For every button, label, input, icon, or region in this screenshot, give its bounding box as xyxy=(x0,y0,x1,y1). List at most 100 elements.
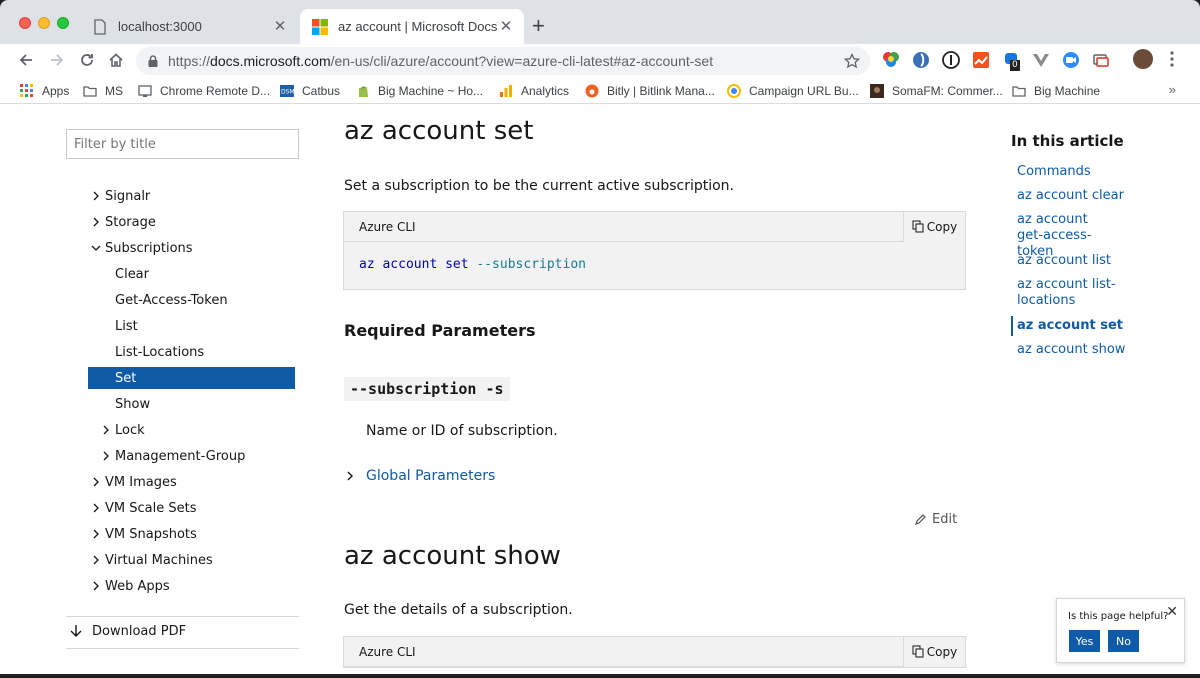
filter-by-title-input[interactable] xyxy=(66,129,299,159)
copy-icon xyxy=(912,645,924,658)
toc-item-web-apps[interactable]: Web Apps xyxy=(91,575,170,597)
bookmark-bitly[interactable]: Bitly | Bitlink Mana... xyxy=(585,81,715,100)
chevron-down-icon xyxy=(91,245,101,251)
download-arrow-icon xyxy=(70,625,82,637)
toc-item-set[interactable]: Set xyxy=(88,367,295,389)
toc-item-label: Management-Group xyxy=(115,448,246,464)
forward-button[interactable] xyxy=(45,48,69,72)
maximize-window-button[interactable] xyxy=(57,17,69,29)
feedback-no-button[interactable]: No xyxy=(1108,630,1139,652)
feedback-popup: Is this page helpful? ✕ Yes No xyxy=(1056,598,1185,663)
chevron-right-icon xyxy=(93,191,99,201)
tab-title: localhost:3000 xyxy=(118,19,202,34)
toc-item-virtual-machines[interactable]: Virtual Machines xyxy=(91,549,213,571)
article-link-az-account-clear[interactable]: az account clear xyxy=(1017,188,1167,204)
chevron-right-icon xyxy=(93,529,99,539)
url-text: https://docs.microsoft.com/en-us/cli/azu… xyxy=(168,53,714,69)
shield-extension-icon[interactable] xyxy=(912,51,930,69)
section-description-set: Set a subscription to be the current act… xyxy=(344,178,734,194)
bookmark-apps[interactable]: Apps xyxy=(20,81,69,100)
1password-extension-icon[interactable] xyxy=(942,51,960,69)
toc-item-list-locations[interactable]: List-Locations xyxy=(115,341,204,363)
toc-item-clear[interactable]: Clear xyxy=(115,263,149,285)
home-button[interactable] xyxy=(104,48,128,72)
download-pdf-link[interactable]: Download PDF xyxy=(68,620,186,642)
microsoft-logo-icon xyxy=(312,18,328,35)
copy-button[interactable]: Copy xyxy=(903,211,965,242)
toc-item-vm-scale-sets[interactable]: VM Scale Sets xyxy=(91,497,196,519)
toc-item-show[interactable]: Show xyxy=(115,393,150,415)
chevron-right-icon xyxy=(93,217,99,227)
code-block-show: Azure CLI Copy xyxy=(343,636,966,668)
toc-item-storage[interactable]: Storage xyxy=(91,211,156,233)
zoom-extension-icon[interactable] xyxy=(1062,51,1080,69)
color-picker-extension-icon[interactable] xyxy=(882,51,900,69)
minimize-window-button[interactable] xyxy=(38,17,50,29)
article-link-az-account-show[interactable]: az account show xyxy=(1017,342,1167,358)
copy-label: Copy xyxy=(926,644,958,659)
toc-item-management-group[interactable]: Management-Group xyxy=(101,445,245,467)
close-icon[interactable]: ✕ xyxy=(1166,603,1178,620)
bookmark-ms[interactable]: MS xyxy=(83,81,123,100)
bookmark-catbus[interactable]: DSM Catbus xyxy=(280,81,340,100)
close-window-button[interactable] xyxy=(19,17,31,29)
analytics-extension-icon[interactable] xyxy=(972,51,990,69)
bitly-icon xyxy=(585,84,599,97)
bookmark-chrome-remote[interactable]: Chrome Remote D... xyxy=(138,81,270,100)
bookmark-label: MS xyxy=(105,83,123,98)
svg-text:DSM: DSM xyxy=(281,88,294,95)
feedback-yes-button[interactable]: Yes xyxy=(1069,630,1100,652)
edit-link[interactable]: Edit xyxy=(914,512,957,527)
toc-item-subscriptions[interactable]: Subscriptions xyxy=(91,237,193,259)
browser-titlebar: localhost:3000 ✕ az account | Microsoft … xyxy=(0,0,1200,44)
reload-button[interactable] xyxy=(75,48,99,72)
vue-devtools-extension-icon[interactable] xyxy=(1032,51,1050,69)
toc-item-label: Subscriptions xyxy=(105,240,193,256)
bookmark-big-machine[interactable]: Big Machine xyxy=(1012,81,1100,100)
parameter-description: Name or ID of subscription. xyxy=(366,423,558,439)
copy-label: Copy xyxy=(926,219,958,234)
article-link-az-account-list-locations[interactable]: az account list-locations xyxy=(1017,277,1117,309)
chevron-right-icon xyxy=(93,503,99,513)
bookmark-label: Analytics xyxy=(521,83,570,98)
more-bookmarks-button[interactable]: » xyxy=(1169,82,1176,97)
bookmark-big-machine-home[interactable]: Big Machine ~ Ho... xyxy=(356,81,483,100)
copy-button[interactable]: Copy xyxy=(903,636,965,667)
code-content: az account set --subscription xyxy=(344,242,965,289)
bookmark-label: SomaFM: Commer... xyxy=(892,83,1003,98)
tab-localhost[interactable]: localhost:3000 ✕ xyxy=(80,9,298,44)
article-link-commands[interactable]: Commands xyxy=(1017,164,1167,180)
toc-item-get-access-token[interactable]: Get-Access-Token xyxy=(115,289,228,311)
toc-divider xyxy=(66,648,299,649)
close-tab-icon[interactable]: ✕ xyxy=(498,18,514,35)
article-link-az-account-list[interactable]: az account list xyxy=(1017,253,1167,269)
bookmark-campaign-url[interactable]: Campaign URL Bu... xyxy=(727,81,859,100)
address-bar[interactable]: https://docs.microsoft.com/en-us/cli/azu… xyxy=(136,47,870,75)
bookmark-star-icon[interactable] xyxy=(844,53,860,69)
folder-icon xyxy=(1012,85,1026,97)
toc-divider xyxy=(66,616,299,617)
toc-item-signalr[interactable]: Signalr xyxy=(91,185,150,207)
toc-item-lock[interactable]: Lock xyxy=(101,419,145,441)
global-parameters-toggle[interactable]: Global Parameters xyxy=(344,466,495,486)
article-link-az-account-set[interactable]: az account set xyxy=(1017,318,1167,334)
toc-item-list[interactable]: List xyxy=(115,315,138,337)
toc-item-label: Storage xyxy=(105,214,156,230)
tab-az-account[interactable]: az account | Microsoft Docs ✕ xyxy=(300,9,524,44)
new-tab-button[interactable]: + xyxy=(532,15,545,37)
browser-menu-button[interactable] xyxy=(1164,50,1180,68)
notification-extension-icon[interactable]: 0 xyxy=(1002,51,1020,71)
cast-extension-icon[interactable] xyxy=(1092,51,1110,69)
code-language-label: Azure CLI xyxy=(359,644,416,659)
bookmark-analytics[interactable]: Analytics xyxy=(499,81,569,100)
code-header: Azure CLI Copy xyxy=(344,211,965,242)
back-button[interactable] xyxy=(14,48,38,72)
apps-grid-icon xyxy=(20,83,33,97)
toc-item-vm-snapshots[interactable]: VM Snapshots xyxy=(91,523,197,545)
toc-item-vm-images[interactable]: VM Images xyxy=(91,471,177,493)
bookmark-somafm[interactable]: SomaFM: Commer... xyxy=(870,81,1003,100)
reload-icon xyxy=(81,54,93,66)
chevron-right-icon xyxy=(93,477,99,487)
profile-avatar[interactable] xyxy=(1133,49,1153,69)
close-tab-icon[interactable]: ✕ xyxy=(272,18,288,35)
